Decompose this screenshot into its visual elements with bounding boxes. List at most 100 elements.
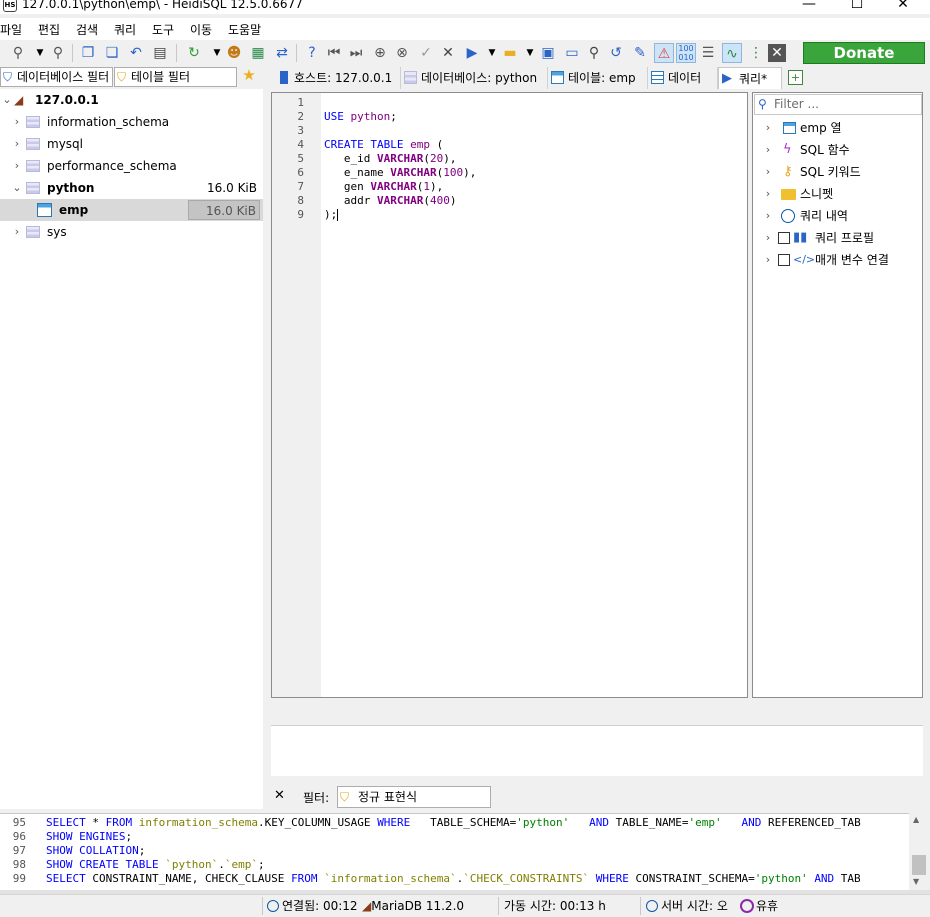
chevron-right-icon[interactable]: › [763,227,773,249]
chevron-right-icon[interactable]: › [12,133,22,155]
minimize-button[interactable]: — [786,0,832,13]
tree-host-node[interactable]: ⌄ ◢ 127.0.0.1 [0,89,263,111]
post-icon[interactable]: ✓ [416,43,436,63]
more-icon[interactable]: ⋮ [746,43,766,63]
save-icon[interactable]: ▣ [538,43,558,63]
helper-item-columns[interactable]: › emp 열 [753,117,921,139]
menu-help[interactable]: 도움말 [228,21,261,38]
chevron-right-icon[interactable]: › [12,111,22,133]
donate-button[interactable]: Donate [803,42,925,64]
tree-table-emp[interactable]: emp 16.0 KiB [0,199,263,221]
grid-icon [651,71,664,84]
sql-editor[interactable]: 1 2 3 4 5 6 7 8 9 USE python; CREATE TABL… [271,92,748,698]
autocomplete-icon[interactable]: ∿ [722,43,742,63]
menu-query[interactable]: 쿼리 [114,21,136,38]
scroll-thumb[interactable] [912,855,926,875]
menu-search[interactable]: 검색 [76,21,98,38]
refresh-icon[interactable]: ↻ [184,43,204,63]
tab-query[interactable]: ▶ 쿼리* [718,67,782,89]
cancel-icon[interactable]: ✕ [438,43,458,63]
bind-params-checkbox[interactable] [778,254,790,266]
chevron-down-icon[interactable]: ⌄ [12,177,22,199]
menu-tools[interactable]: 도구 [152,21,174,38]
profile-checkbox[interactable] [778,232,790,244]
paste-icon[interactable]: ❏ [102,43,122,63]
scroll-down-icon[interactable]: ▼ [913,877,919,886]
helper-item-bind-params[interactable]: › </> 매개 변수 연결 [753,249,921,271]
chevron-right-icon[interactable]: › [12,155,22,177]
copy-icon[interactable]: ❐ [78,43,98,63]
tab-data[interactable]: 데이터 [648,67,718,89]
tab-host[interactable]: 호스트: 127.0.0.1 [274,67,401,89]
log-vertical-scrollbar[interactable]: ▲ ▼ [909,813,930,890]
tab-database[interactable]: 데이터베이스: python [401,67,548,89]
connect-icon[interactable]: ⚲ [8,43,28,63]
helper-item-history[interactable]: › 쿼리 내역 [753,205,921,227]
chevron-right-icon[interactable]: › [763,117,773,139]
helper-item-functions[interactable]: › ϟ SQL 함수 [753,139,921,161]
helper-item-keywords[interactable]: › ⚷ SQL 키워드 [753,161,921,183]
folder-dropdown-icon[interactable]: ▼ [520,43,540,63]
helper-item-snippets[interactable]: › 스니펫 [753,183,921,205]
close-window-button[interactable]: ✕ [880,0,926,13]
log-line-number: 96 [12,830,26,843]
export-icon[interactable]: ▦ [248,43,268,63]
helper-item-profile[interactable]: › ▮▮ 쿼리 프로필 [753,227,921,249]
tree-db-performance-schema[interactable]: › performance_schema [0,155,263,177]
play-icon: ▶ [722,71,732,86]
close-filter-icon[interactable]: ✕ [274,788,285,803]
open-folder-icon[interactable]: ▬ [500,43,520,63]
remove-icon[interactable]: ⊗ [392,43,412,63]
help-icon[interactable]: ? [302,43,322,63]
filter-input[interactable]: ⛉ 정규 표현식 [337,786,491,808]
tab-table[interactable]: 테이블: emp [548,67,648,89]
add-tab-icon[interactable]: + [788,70,803,85]
first-icon[interactable]: ⏮ [324,43,344,63]
run-icon[interactable]: ▶ [462,43,482,63]
disconnect-icon[interactable]: ⚲ [48,43,68,63]
menu-file[interactable]: 파일 [0,21,22,38]
menu-navigate[interactable]: 이동 [190,21,212,38]
scroll-up-icon[interactable]: ▲ [913,815,919,824]
find-icon[interactable]: ⚲ [584,43,604,63]
helper-filter-input[interactable]: ⚲ Filter ... [754,94,922,115]
run-dropdown-icon[interactable]: ▼ [482,43,502,63]
chevron-right-icon[interactable]: › [763,161,773,183]
binary-icon[interactable]: 100 010 [676,43,696,63]
print-icon[interactable]: ▤ [150,43,170,63]
menu-edit[interactable]: 편집 [38,21,60,38]
warning-icon[interactable]: ⚠ [654,43,674,63]
undo-icon[interactable]: ↶ [126,43,146,63]
chevron-down-icon[interactable]: ⌄ [2,89,12,111]
db-label: performance_schema [47,159,177,173]
add-icon[interactable]: ⊕ [370,43,390,63]
chevron-right-icon[interactable]: › [763,249,773,271]
filter-label: 필터: [303,791,330,805]
replace-icon[interactable]: ↺ [606,43,626,63]
format-icon[interactable]: ✎ [630,43,650,63]
main-toolbar: ⚲ ▼ ⚲ ❐ ❏ ↶ ▤ ↻ ▼ ☻ ▦ ⇄ ? ⏮ ⏭ ⊕ ⊗ ✓ ✕ ▶ … [0,40,930,66]
lightning-icon: ϟ [783,142,792,157]
wrap-icon[interactable]: ☰ [698,43,718,63]
code-line: addr VARCHAR(400) [324,194,457,207]
maximize-button[interactable]: ☐ [834,0,880,13]
chevron-right-icon[interactable]: › [763,205,773,227]
line-number: 3 [297,124,304,137]
table-filter-input[interactable]: ⛉ 테이블 필터 [114,67,237,87]
tree-db-sys[interactable]: › sys [0,221,263,243]
chevron-right-icon[interactable]: › [763,183,773,205]
exit-icon[interactable]: ✕ [768,44,786,62]
save-as-icon[interactable]: ▭ [562,43,582,63]
database-filter-input[interactable]: ⛉ 데이터베이스 필터 [0,67,113,87]
favorite-star-icon[interactable]: ★ [239,66,259,86]
tree-db-python[interactable]: ⌄ python 16.0 KiB [0,177,263,199]
user-manager-icon[interactable]: ☻ [224,43,244,63]
tree-db-information-schema[interactable]: › information_schema [0,111,263,133]
chevron-right-icon[interactable]: › [763,139,773,161]
last-icon[interactable]: ⏭ [346,43,366,63]
chevron-right-icon[interactable]: › [12,221,22,243]
tree-db-mysql[interactable]: › mysql [0,133,263,155]
sql-log[interactable]: 95 96 97 98 99 SELECT * FROM information… [0,813,909,890]
dropdown-arrow-icon[interactable]: ▼ [30,43,50,63]
sync-icon[interactable]: ⇄ [272,43,292,63]
